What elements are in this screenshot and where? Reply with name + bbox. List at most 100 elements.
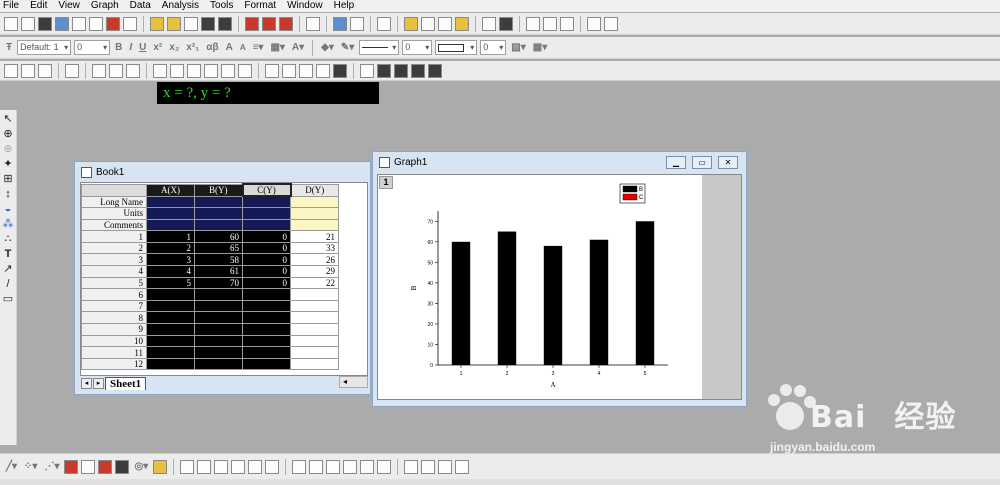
mask-icon[interactable] — [377, 63, 391, 78]
paste-icon[interactable] — [560, 16, 574, 31]
pie-icon[interactable] — [499, 16, 513, 31]
new-graph-icon[interactable] — [38, 16, 52, 31]
zoom-out-icon[interactable] — [21, 63, 35, 78]
axis-right-icon[interactable] — [221, 63, 235, 78]
menu-view[interactable]: View — [58, 0, 80, 12]
new-worksheet-icon[interactable] — [21, 16, 35, 31]
corner-cell[interactable] — [81, 183, 147, 197]
rectangle-tool-icon[interactable]: ▭ — [3, 294, 13, 306]
axis-top-icon[interactable] — [238, 63, 252, 78]
table-icon[interactable]: ▦▾ — [268, 42, 286, 53]
draw-points-icon[interactable]: ∴ — [5, 234, 12, 246]
row-number[interactable]: 11 — [81, 346, 147, 359]
meta-cell[interactable] — [194, 207, 243, 220]
menu-window[interactable]: Window — [287, 0, 323, 12]
data-selector-icon[interactable]: ⊞ — [3, 174, 12, 186]
polar-plot-icon[interactable]: ◎▾ — [132, 461, 150, 472]
row-number[interactable]: 2 — [81, 241, 147, 255]
import-multiple-icon[interactable] — [262, 16, 276, 31]
data-reader-icon[interactable] — [360, 63, 374, 78]
bold-button[interactable]: B — [113, 42, 124, 53]
table-cell[interactable]: 22 — [290, 276, 339, 290]
increase-font-button[interactable]: A — [224, 42, 235, 53]
merge-graph-icon[interactable] — [109, 63, 123, 78]
column-header-c[interactable]: C(Y) — [241, 183, 292, 197]
3d-surface-icon[interactable] — [180, 459, 195, 474]
subscript-button[interactable]: x₂ — [167, 42, 181, 53]
border-icon[interactable]: ▦▾ — [531, 42, 549, 53]
column-plot-icon[interactable] — [64, 459, 79, 474]
menu-help[interactable]: Help — [334, 0, 355, 12]
image-plot-icon[interactable] — [248, 459, 263, 474]
table-cell[interactable]: 33 — [290, 241, 339, 255]
mask-points-icon[interactable]: ⁂ — [3, 219, 14, 231]
table-cell[interactable]: 29 — [290, 265, 339, 278]
new-notes-icon[interactable] — [123, 16, 137, 31]
row-number[interactable]: 12 — [81, 357, 147, 371]
axis-l-icon[interactable] — [153, 63, 167, 78]
contour-icon[interactable] — [231, 459, 246, 474]
table-cell[interactable] — [194, 288, 243, 301]
meta-cell[interactable] — [194, 195, 243, 209]
row-number[interactable]: 5 — [81, 276, 147, 290]
swap-mask-icon[interactable] — [411, 63, 425, 78]
table-cell[interactable] — [242, 323, 291, 336]
project-explorer-icon[interactable] — [377, 16, 391, 31]
align-left-icon[interactable] — [292, 459, 307, 474]
rescale-icon[interactable] — [65, 63, 79, 78]
table-cell[interactable]: 65 — [194, 241, 243, 255]
ungroup-icon[interactable] — [421, 459, 436, 474]
table-cell[interactable] — [146, 311, 195, 325]
sheet-tab[interactable]: Sheet1 — [105, 376, 147, 390]
meta-cell[interactable] — [242, 195, 291, 209]
horizontal-scrollbar[interactable]: ◂ — [339, 376, 368, 388]
whole-page-icon[interactable] — [38, 63, 52, 78]
template-library-icon[interactable] — [153, 459, 168, 474]
row-number[interactable]: 7 — [81, 299, 147, 313]
table-cell[interactable]: 61 — [194, 265, 243, 278]
add-column-icon[interactable] — [587, 16, 601, 31]
table-cell[interactable] — [242, 357, 291, 371]
open-icon[interactable] — [150, 16, 164, 31]
maximize-button[interactable]: ▭ — [692, 155, 712, 169]
new-layout-icon[interactable] — [89, 16, 103, 31]
row-number[interactable]: 4 — [81, 265, 147, 278]
greek-button[interactable]: αβ — [204, 42, 220, 53]
table-cell[interactable] — [290, 299, 339, 313]
error-bar-icon[interactable] — [98, 459, 113, 474]
meta-cell[interactable] — [242, 218, 291, 232]
row-number[interactable]: 8 — [81, 311, 147, 325]
menu-data[interactable]: Data — [130, 0, 151, 12]
front-icon[interactable] — [438, 459, 453, 474]
column-header-b[interactable]: B(Y) — [194, 183, 243, 197]
duplicate-icon[interactable] — [350, 16, 364, 31]
color-scale-icon[interactable] — [299, 63, 313, 78]
row-number[interactable]: 9 — [81, 323, 147, 336]
bar-chart[interactable]: 0102030405060701 2 3 4 5ABBC — [378, 175, 702, 400]
table-cell[interactable] — [194, 357, 243, 371]
column-header-a[interactable]: A(X) — [146, 183, 195, 197]
align-top-icon[interactable] — [326, 459, 341, 474]
line-style-combo[interactable] — [359, 40, 400, 55]
meta-cell[interactable] — [290, 195, 339, 209]
superscript-button[interactable]: x² — [151, 42, 164, 53]
timestamp-icon[interactable] — [316, 63, 330, 78]
zoom-icon[interactable]: ⊕ — [3, 129, 12, 141]
scale-bar-icon[interactable] — [333, 63, 347, 78]
table-cell[interactable] — [290, 346, 339, 359]
table-cell[interactable]: 4 — [146, 265, 195, 278]
table-cell[interactable] — [290, 288, 339, 301]
close-button[interactable]: ✕ — [718, 155, 738, 169]
cut-icon[interactable] — [526, 16, 540, 31]
table-cell[interactable]: 0 — [242, 276, 291, 290]
add-row-icon[interactable] — [604, 16, 618, 31]
new-function-icon[interactable] — [72, 16, 86, 31]
new-excel-icon[interactable] — [106, 16, 120, 31]
table-cell[interactable] — [146, 346, 195, 359]
region-select-icon[interactable]: ◒ — [5, 204, 12, 216]
meta-cell[interactable] — [242, 207, 291, 220]
print-icon[interactable] — [306, 16, 320, 31]
decrease-font-button[interactable]: A — [238, 43, 248, 52]
column-header-d[interactable]: D(Y) — [290, 183, 339, 197]
results-log-icon[interactable] — [404, 16, 418, 31]
